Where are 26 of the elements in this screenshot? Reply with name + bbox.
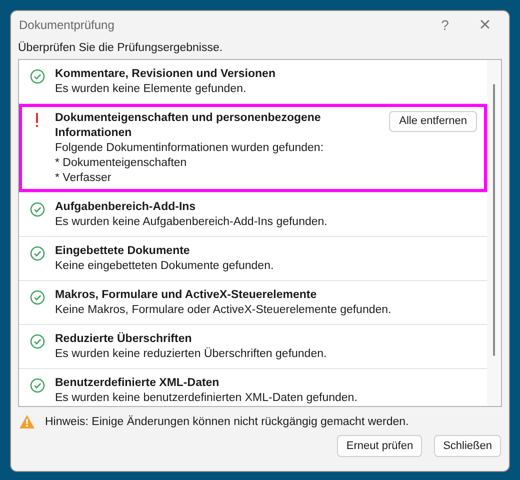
result-detail: * Dokumenteigenschaften <box>55 156 188 171</box>
recheck-button[interactable]: Erneut prüfen <box>337 435 422 457</box>
close-dialog-button[interactable]: Schließen <box>434 435 501 457</box>
scrollbar[interactable] <box>487 60 501 406</box>
result-detail: Keine eingebetteten Dokumente gefunden. <box>55 259 275 274</box>
result-detail: Keine Makros, Formulare oder ActiveX-Steuerelemente gefunden. <box>55 303 392 318</box>
result-detail: Es wurden keine benutzerdefinierten XML-Daten gefunden. <box>55 391 358 406</box>
result-detail: * Verfasser <box>55 171 112 186</box>
result-detail: Es wurden keine Aufgabenbereich-Add-Ins gefunden. <box>55 215 328 230</box>
result-title: Reduzierte Überschriften <box>55 332 193 347</box>
help-button[interactable]: ? <box>425 11 465 39</box>
warning-icon <box>19 414 35 429</box>
result-title: Kommentare, Revisionen und Versionen <box>55 67 276 82</box>
result-detail: Es wurden keine reduzierten Überschriften gefunden. <box>55 347 328 362</box>
close-button[interactable]: × <box>465 11 505 39</box>
window-title: Dokumentprüfung <box>19 18 116 32</box>
result-title: Aufgabenbereich-Add-Ins <box>55 200 197 215</box>
result-title: Dokumenteigenschaften und personenbezogene Informationen <box>55 111 322 141</box>
result-title: Makros, Formulare und ActiveX-Steuerelemente <box>55 288 318 303</box>
remove-all-button[interactable]: Alle entfernen <box>389 111 477 132</box>
result-detail: Folgende Dokumentinformationen wurden gefunden: <box>55 141 325 156</box>
result-title: Eingebettete Dokumente <box>55 244 191 259</box>
hint-text: Hinweis: Einige Änderungen können nicht rückgängig gemacht werden. <box>45 416 409 428</box>
instruction-text: Überprüfen Sie die Prüfungsergebnisse. <box>18 42 223 54</box>
result-title: Benutzerdefinierte XML-Daten <box>55 376 220 391</box>
result-detail: Es wurden keine Elemente gefunden. <box>55 82 248 97</box>
